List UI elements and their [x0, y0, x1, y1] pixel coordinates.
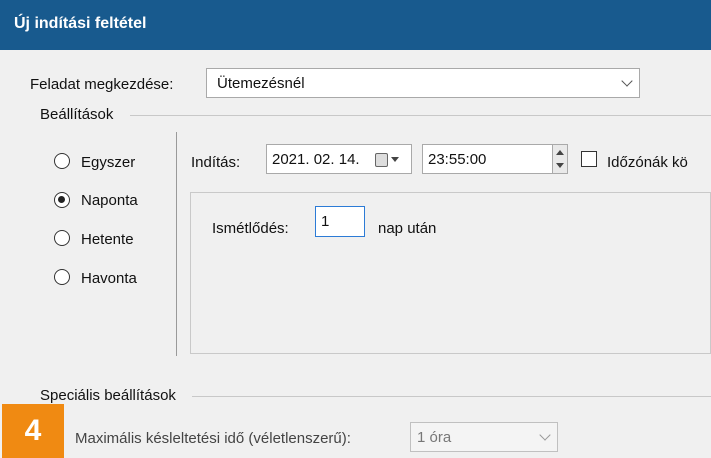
chevron-down-icon[interactable]: [621, 75, 633, 87]
radio-label[interactable]: Egyszer: [81, 154, 135, 171]
timezone-label[interactable]: Időzónák kö: [607, 154, 688, 171]
dropdown-arrow-icon[interactable]: [391, 157, 399, 162]
radio-circle-icon[interactable]: [54, 269, 70, 285]
max-delay-dropdown[interactable]: 1 óra: [410, 422, 558, 452]
title-bar: Új indítási feltétel: [0, 0, 711, 50]
start-label: Indítás:: [191, 154, 241, 171]
radio-selected-icon[interactable]: [54, 192, 70, 208]
start-date-picker[interactable]: 2021. 02. 14.: [266, 144, 412, 174]
chevron-down-icon[interactable]: [539, 429, 551, 441]
start-date-value: 2021. 02. 14.: [272, 151, 360, 168]
spin-down-icon[interactable]: [556, 163, 564, 168]
radio-label[interactable]: Naponta: [81, 192, 138, 209]
spin-up-icon[interactable]: [556, 150, 564, 155]
calendar-icon[interactable]: [375, 153, 388, 167]
step-number-badge: 4: [2, 404, 64, 458]
start-time-field[interactable]: 23:55:00: [422, 144, 568, 174]
radio-label[interactable]: Havonta: [81, 270, 137, 287]
repeat-suffix: nap után: [378, 220, 437, 237]
window-title: Új indítási feltétel: [14, 15, 147, 32]
recurrence-panel: [190, 192, 711, 354]
repeat-input[interactable]: 1: [315, 206, 365, 237]
start-time-value: 23:55:00: [428, 151, 487, 168]
special-settings-title: Speciális beállítások: [40, 387, 176, 404]
vertical-separator: [176, 132, 177, 356]
dialog-body: Feladat megkezdése: Ütemezésnél Beállítá…: [0, 50, 711, 458]
repeat-value: 1: [321, 213, 330, 230]
group-divider: [192, 396, 711, 397]
timezone-checkbox[interactable]: [581, 151, 597, 167]
task-start-dropdown[interactable]: Ütemezésnél: [206, 68, 640, 98]
max-delay-value: 1 óra: [417, 429, 452, 446]
task-start-label: Feladat megkezdése:: [30, 76, 174, 93]
time-spinner[interactable]: [552, 144, 568, 174]
repeat-label: Ismétlődés:: [212, 220, 289, 237]
max-delay-label: Maximális késleltetési idő (véletlenszer…: [75, 430, 351, 447]
radio-label[interactable]: Hetente: [81, 231, 134, 248]
task-start-value: Ütemezésnél: [217, 75, 305, 92]
group-divider: [130, 115, 711, 116]
radio-circle-icon[interactable]: [54, 230, 70, 246]
settings-group-title: Beállítások: [40, 106, 114, 123]
radio-circle-icon[interactable]: [54, 153, 70, 169]
